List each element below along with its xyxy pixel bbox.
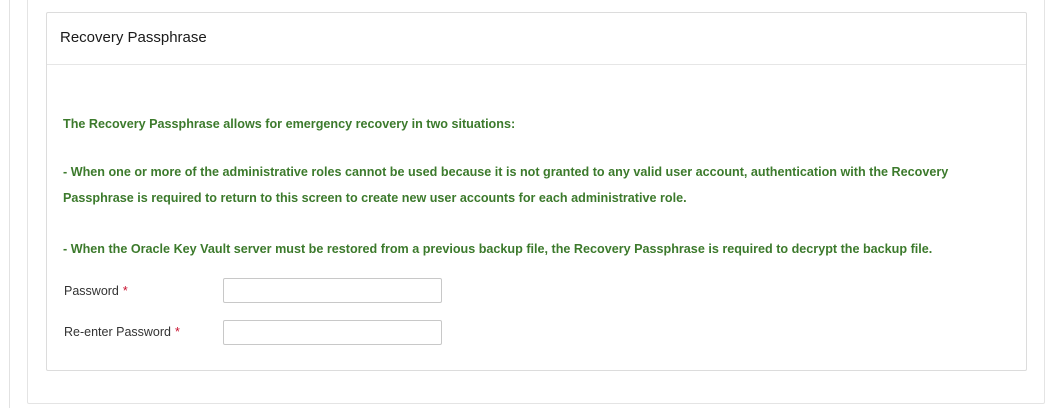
recovery-passphrase-panel: Recovery Passphrase The Recovery Passphr…: [46, 12, 1027, 371]
info-backup-text: - When the Oracle Key Vault server must …: [63, 242, 933, 256]
reenter-password-label: Re-enter Password *: [64, 324, 180, 340]
password-label: Password *: [64, 283, 128, 299]
password-required-marker: *: [122, 284, 128, 298]
panel-header: Recovery Passphrase: [47, 13, 1026, 65]
info-roles-text-line2: Passphrase is required to return to this…: [63, 191, 687, 205]
page: Recovery Passphrase The Recovery Passphr…: [0, 0, 1057, 408]
reenter-password-label-text: Re-enter Password: [64, 325, 171, 339]
info-intro-text: The Recovery Passphrase allows for emerg…: [63, 117, 516, 131]
password-label-text: Password: [64, 284, 119, 298]
panel-title: Recovery Passphrase: [60, 29, 207, 46]
info-roles-text-line1: - When one or more of the administrative…: [63, 165, 949, 179]
reenter-password-input[interactable]: [223, 320, 442, 345]
left-divider: [9, 0, 10, 408]
reenter-password-required-marker: *: [175, 325, 180, 339]
password-input[interactable]: [223, 278, 442, 303]
